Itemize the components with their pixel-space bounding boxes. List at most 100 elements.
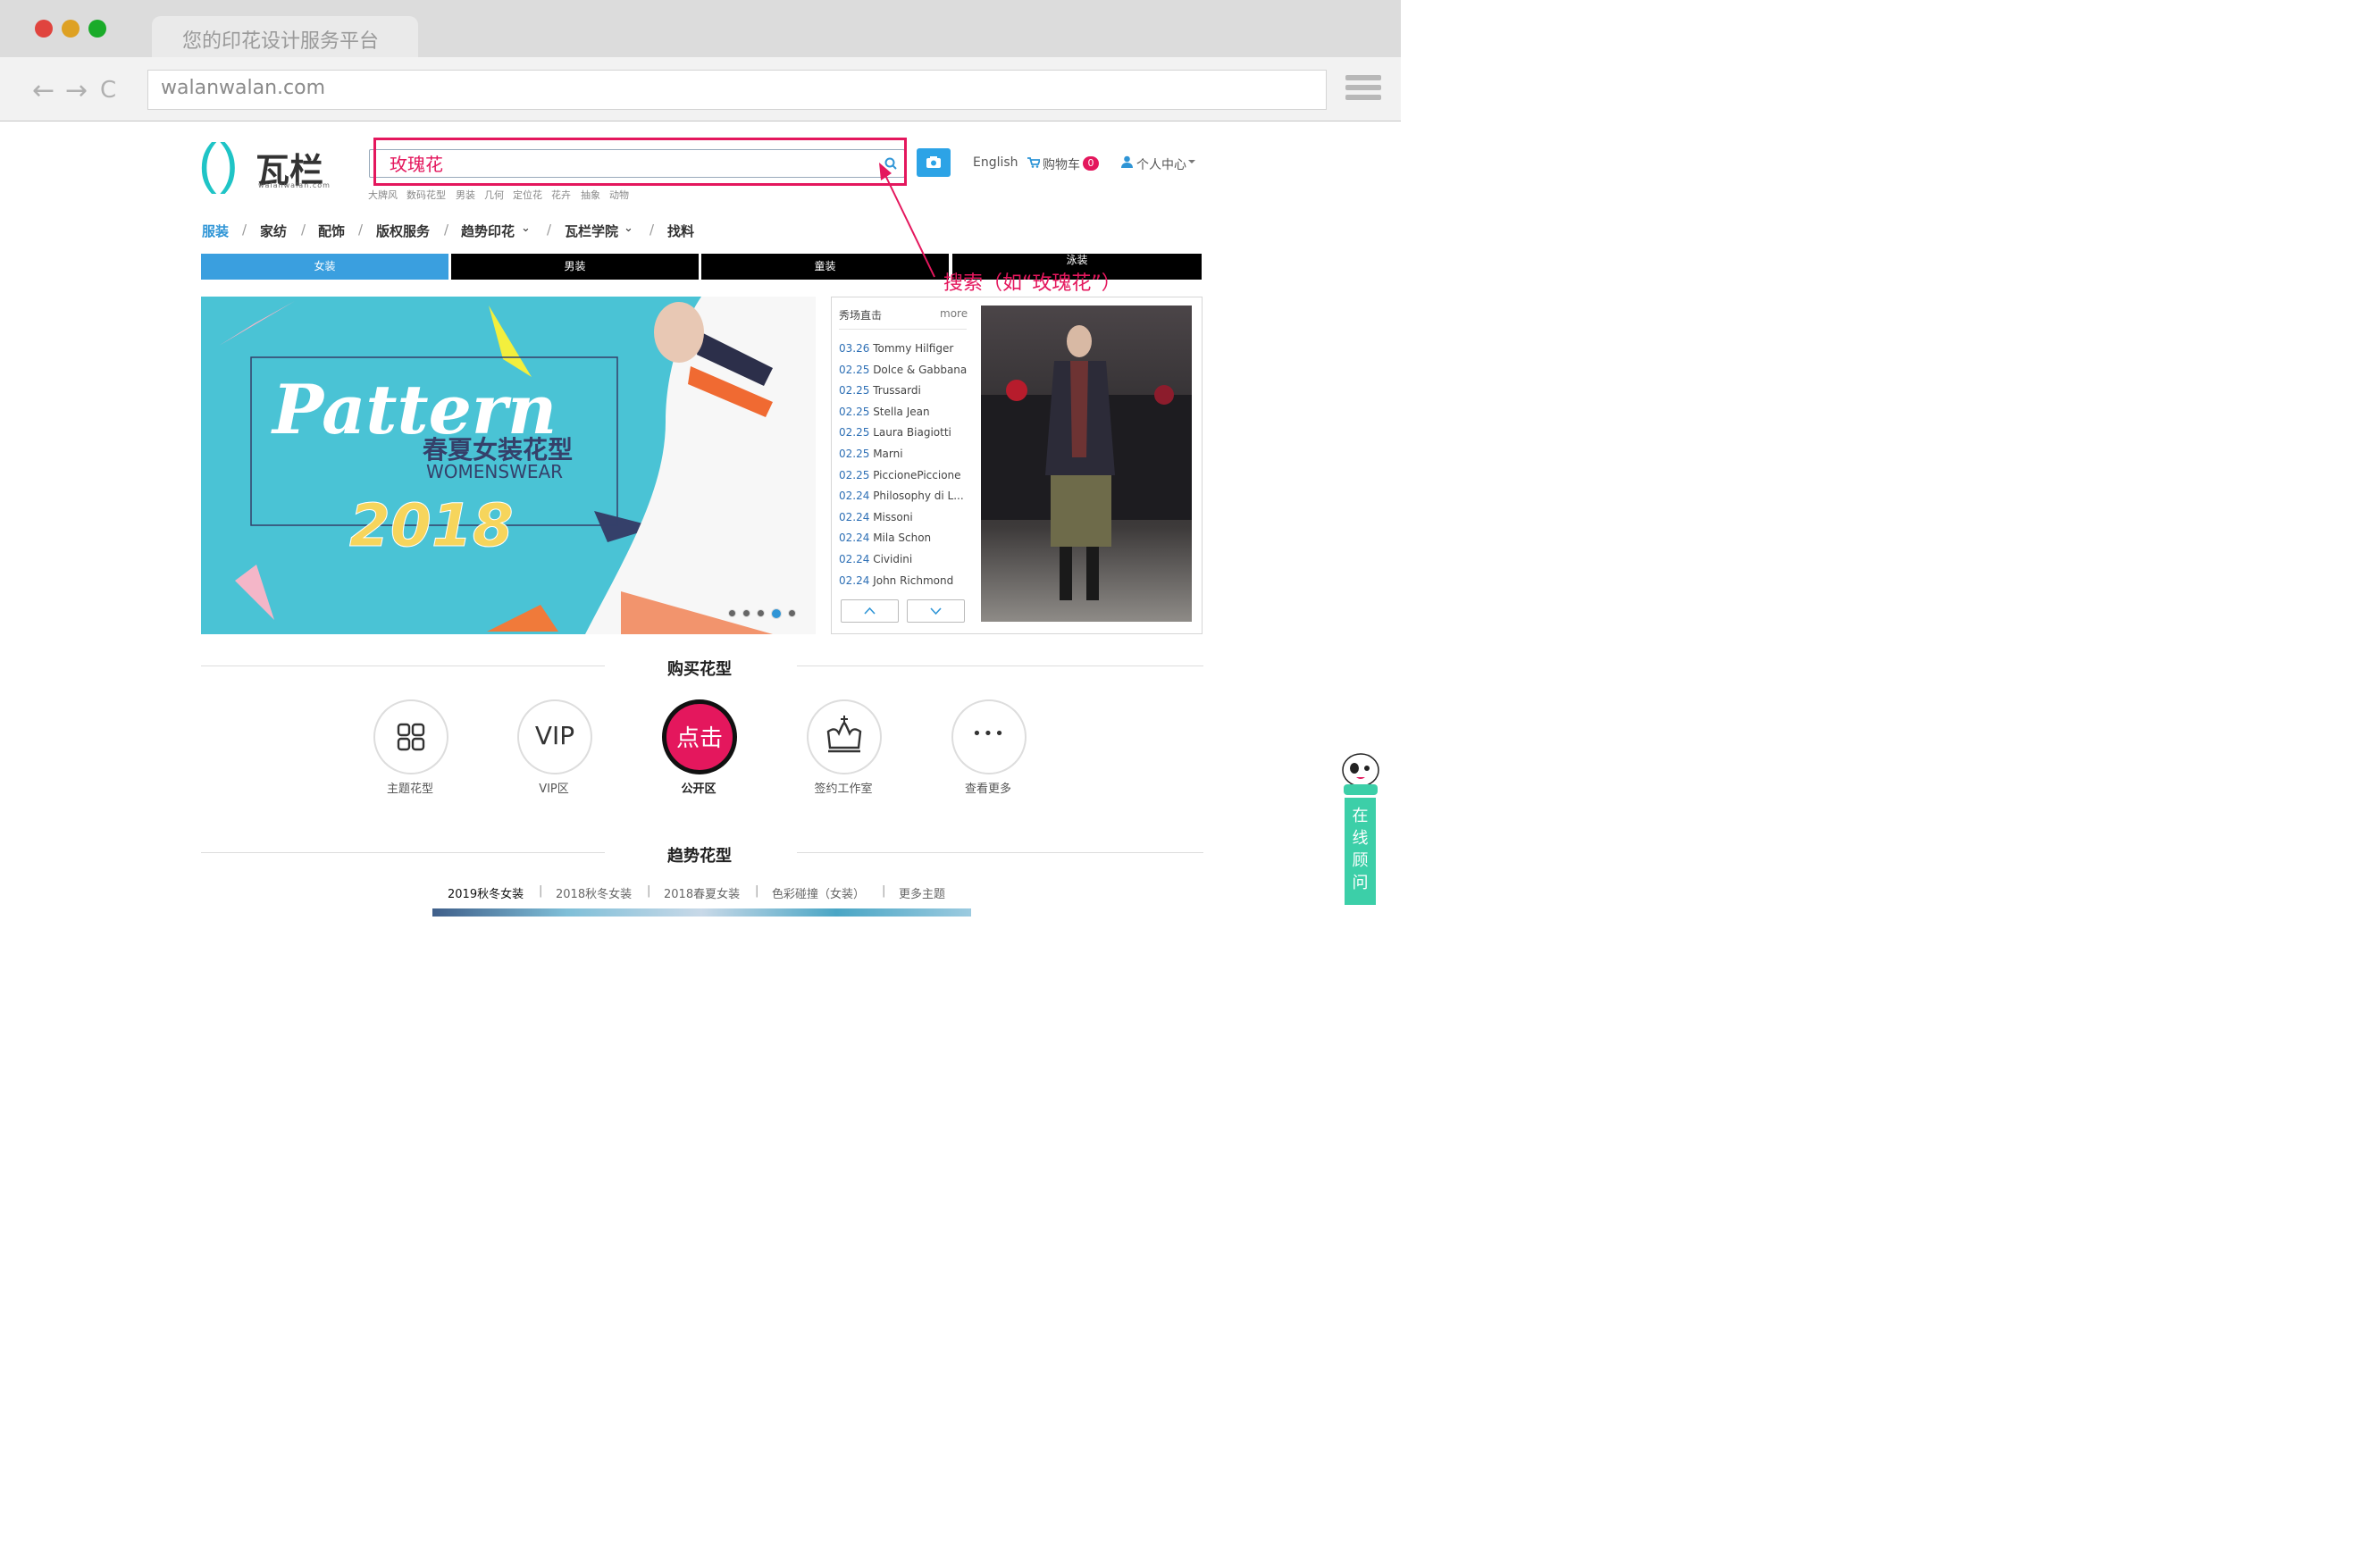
category-separator: / — [444, 222, 449, 238]
hot-keyword[interactable]: 男装 — [456, 188, 475, 202]
trend-section-title: 趋势花型 — [667, 847, 732, 866]
minimize-window-button[interactable] — [62, 20, 80, 38]
trend-tab-0[interactable]: 2019秋冬女装 — [448, 884, 524, 901]
category-5[interactable]: 瓦栏学院 — [565, 222, 618, 240]
runway-item[interactable]: 02.25 Trussardi — [839, 384, 921, 397]
runway-item-date: 02.24 — [839, 553, 870, 565]
online-consultant-button[interactable]: 在线顾问 — [1345, 798, 1376, 905]
runway-title: 秀场直击 — [839, 309, 883, 322]
category-separator: / — [242, 222, 247, 238]
runway-up-button[interactable] — [841, 599, 899, 623]
hot-keyword[interactable]: 数码花型 — [406, 188, 446, 202]
trend-tab-3[interactable]: 色彩碰撞（女装） — [772, 884, 865, 901]
runway-item[interactable]: 02.25 PiccionePiccione — [839, 469, 961, 481]
chevron-up-icon — [864, 607, 876, 615]
category-2[interactable]: 配饰 — [318, 222, 345, 240]
runway-item[interactable]: 02.24 John Richmond — [839, 574, 953, 587]
runway-item[interactable]: 02.25 Dolce & Gabbana — [839, 364, 967, 376]
hero-banner[interactable]: Pattern 春夏女装花型 WOMENSWEAR 2018 — [201, 297, 816, 634]
runway-item-date: 02.25 — [839, 363, 870, 376]
carousel-dot[interactable] — [742, 609, 750, 617]
vip-area-button[interactable]: VIP — [517, 699, 592, 774]
runway-item-name: PiccionePiccione — [873, 468, 961, 481]
hot-keyword[interactable]: 定位花 — [513, 188, 542, 202]
reload-icon[interactable]: C — [100, 77, 116, 104]
runway-item-name: Stella Jean — [873, 405, 930, 418]
chevron-down-icon[interactable]: ⌄ — [521, 222, 531, 235]
address-bar[interactable]: walanwalan.com — [147, 70, 1327, 110]
buy-item-label: 签约工作室 — [814, 783, 873, 796]
browser-menu-icon[interactable] — [1345, 75, 1381, 104]
category-0[interactable]: 服装 — [202, 222, 229, 240]
consult-label: 在线顾问 — [1352, 807, 1369, 892]
category-6[interactable]: 找料 — [667, 222, 694, 240]
runway-item-name: Dolce & Gabbana — [873, 363, 968, 376]
runway-item[interactable]: 03.26 Tommy Hilfiger — [839, 342, 953, 355]
public-area-button[interactable]: 点击 — [662, 699, 737, 774]
runway-item[interactable]: 02.25 Marni — [839, 448, 903, 460]
category-1[interactable]: 家纺 — [260, 222, 287, 240]
account-caret-icon[interactable] — [1188, 160, 1195, 163]
subtab-0[interactable]: 女装 — [201, 254, 448, 280]
runway-down-button[interactable] — [907, 599, 965, 623]
browser-tab[interactable]: 您的印花设计服务平台 — [152, 16, 418, 59]
cart-link[interactable]: 购物车 — [1043, 155, 1080, 173]
divider-right — [797, 852, 1203, 853]
runway-item[interactable]: 02.25 Laura Biagiotti — [839, 426, 951, 439]
category-separator: / — [301, 222, 306, 238]
hot-keyword[interactable]: 抽象 — [581, 188, 600, 202]
runway-item[interactable]: 02.24 Mila Schon — [839, 532, 931, 544]
runway-model-image — [981, 325, 1192, 600]
runway-item[interactable]: 02.24 Cividini — [839, 553, 912, 565]
click-icon: 点击 — [675, 725, 723, 752]
carousel-dot[interactable] — [757, 609, 765, 617]
category-separator: / — [547, 222, 552, 238]
carousel-dot[interactable] — [771, 607, 782, 619]
runway-item-name: Laura Biagiotti — [873, 426, 951, 439]
user-icon[interactable] — [1121, 155, 1133, 168]
buy-item-label: 公开区 — [681, 783, 717, 796]
runway-item-name: Tommy Hilfiger — [873, 342, 954, 355]
category-4[interactable]: 趋势印花 — [461, 222, 515, 240]
carousel-dot[interactable] — [728, 609, 736, 617]
hot-keyword[interactable]: 花卉 — [551, 188, 571, 202]
banner-subtitle-en: WOMENSWEAR — [426, 461, 564, 482]
mascot-icon[interactable] — [1337, 743, 1385, 799]
zoom-window-button[interactable] — [88, 20, 106, 38]
runway-more-link[interactable]: more — [940, 307, 968, 320]
logo-mark-right: ) — [220, 133, 239, 195]
account-link[interactable]: 个人中心 — [1136, 155, 1186, 173]
trend-tab-4[interactable]: 更多主题 — [899, 884, 945, 901]
back-arrow-icon[interactable]: ← — [32, 75, 54, 106]
runway-item[interactable]: 02.24 Missoni — [839, 511, 913, 523]
hot-keyword[interactable]: 几何 — [484, 188, 504, 202]
category-3[interactable]: 版权服务 — [376, 222, 430, 240]
language-link[interactable]: English — [973, 155, 1018, 170]
subtab-1[interactable]: 男装 — [451, 254, 699, 280]
trend-tab-1[interactable]: 2018秋冬女装 — [556, 884, 632, 901]
close-window-button[interactable] — [35, 20, 53, 38]
url-text: walanwalan.com — [161, 77, 326, 99]
buy-item-label: 查看更多 — [964, 783, 1011, 796]
runway-item-date: 02.24 — [839, 573, 870, 587]
theme-pattern-button[interactable] — [373, 699, 448, 774]
trend-tab-2[interactable]: 2018春夏女装 — [664, 884, 740, 901]
cart-icon[interactable] — [1027, 157, 1040, 168]
trend-banner-strip[interactable] — [432, 908, 971, 917]
trend-separator: | — [882, 884, 886, 898]
studio-button[interactable] — [807, 699, 882, 774]
hot-keyword[interactable]: 大牌风 — [368, 188, 398, 202]
runway-item-date: 02.24 — [839, 510, 870, 523]
runway-item-date: 02.25 — [839, 384, 870, 398]
cart-count-badge: 0 — [1083, 156, 1099, 171]
runway-item[interactable]: 02.24 Philosophy di L... — [839, 490, 964, 502]
runway-photo[interactable] — [981, 306, 1192, 622]
chevron-down-icon[interactable]: ⌄ — [624, 222, 633, 235]
forward-arrow-icon[interactable]: → — [65, 75, 88, 106]
divider-right — [797, 665, 1203, 666]
runway-item[interactable]: 02.25 Stella Jean — [839, 406, 930, 418]
carousel-dot[interactable] — [788, 609, 796, 617]
more-button[interactable]: ••• — [951, 699, 1027, 774]
search-highlight-box — [373, 138, 907, 186]
hot-keyword[interactable]: 动物 — [609, 188, 629, 202]
